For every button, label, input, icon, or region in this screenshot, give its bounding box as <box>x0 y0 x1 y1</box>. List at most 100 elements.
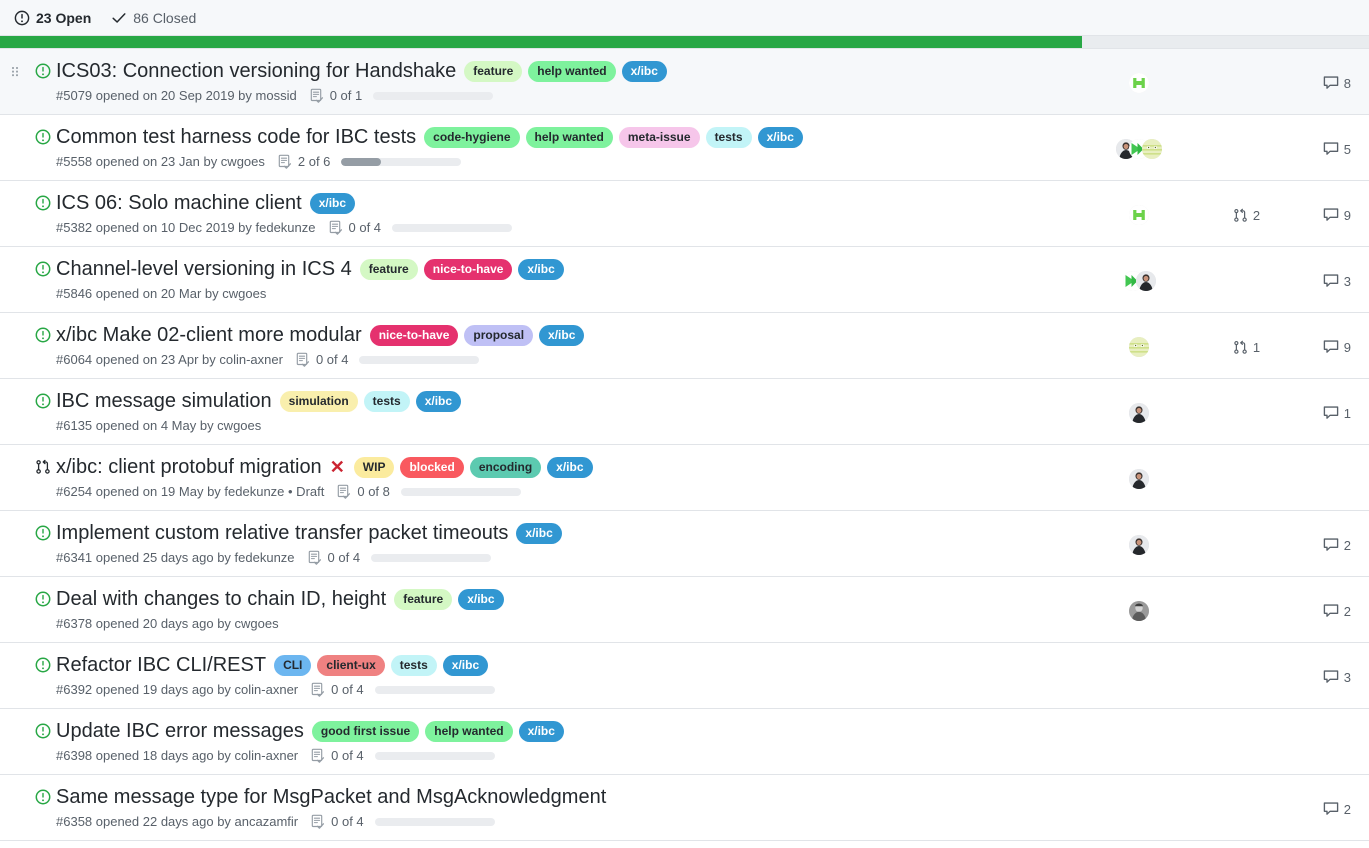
issue-label[interactable]: meta-issue <box>618 126 700 148</box>
avatar[interactable] <box>1129 73 1149 93</box>
filter-closed-issues[interactable]: 86 Closed <box>109 8 198 28</box>
milestone-progress-bar <box>0 36 1369 48</box>
avatar[interactable] <box>1129 205 1149 225</box>
issue-opened-icon <box>30 255 56 277</box>
issue-label[interactable]: x/ibc <box>415 390 462 412</box>
issue-title-link[interactable]: x/ibc: client protobuf migration <box>56 454 322 480</box>
issue-title-link[interactable]: ICS 06: Solo machine client <box>56 190 302 216</box>
issue-label[interactable]: help wanted <box>528 60 616 82</box>
issue-title-link[interactable]: Implement custom relative transfer packe… <box>56 520 508 546</box>
issue-label[interactable]: help wanted <box>425 720 513 742</box>
avatar[interactable] <box>1129 469 1149 489</box>
issue-row[interactable]: Implement custom relative transfer packe… <box>0 511 1369 577</box>
issue-title-link[interactable]: Same message type for MsgPacket and MsgA… <box>56 784 606 810</box>
issue-label[interactable]: x/ibc <box>757 126 803 148</box>
issue-label[interactable]: CLI <box>274 654 312 676</box>
avatar-stack <box>1129 601 1149 621</box>
issue-title-line: Common test harness code for IBC tests co… <box>56 124 1067 150</box>
issue-title-link[interactable]: IBC message simulation <box>56 388 272 414</box>
comment-count[interactable]: 3 <box>1323 273 1351 289</box>
issue-label[interactable]: tests <box>363 390 410 412</box>
issue-row[interactable]: ICS03: Connection versioning for Handsha… <box>0 49 1369 115</box>
issue-row[interactable]: ICS 06: Solo machine client x/ibc #5382 op… <box>0 181 1369 247</box>
issue-row[interactable]: x/ibc Make 02-client more modular nice-to… <box>0 313 1369 379</box>
issue-label[interactable]: help wanted <box>525 126 613 148</box>
avatar[interactable] <box>1129 337 1149 357</box>
issue-row[interactable]: Deal with changes to chain ID, height fea… <box>0 577 1369 643</box>
comment-count-cell: 3 <box>1294 651 1369 699</box>
issue-row[interactable]: Update IBC error messages good first issu… <box>0 709 1369 775</box>
issue-main: Channel-level versioning in ICS 4 feature… <box>56 255 1079 303</box>
comment-count[interactable]: 2 <box>1323 603 1351 619</box>
pull-request-count[interactable]: 1 <box>1233 340 1260 355</box>
issue-label[interactable]: tests <box>390 654 437 676</box>
issue-main: Deal with changes to chain ID, height fea… <box>56 585 1079 633</box>
comment-count[interactable]: 3 <box>1323 669 1351 685</box>
issue-label[interactable]: x/ibc <box>547 456 593 478</box>
issue-label[interactable]: feature <box>394 588 453 610</box>
issue-meta-line: #6358 opened 22 days ago by ancazamfir 0 … <box>56 813 1067 831</box>
comment-count[interactable]: 9 <box>1323 339 1351 355</box>
issue-label[interactable]: x/ibc <box>518 720 564 742</box>
issue-label[interactable]: x/ibc <box>621 60 667 82</box>
issue-label[interactable]: code-hygiene <box>424 126 520 148</box>
issue-label[interactable]: x/ibc <box>309 192 356 214</box>
issue-row[interactable]: Channel-level versioning in ICS 4 feature… <box>0 247 1369 313</box>
issue-label[interactable]: blocked <box>400 456 464 478</box>
avatar[interactable] <box>1129 535 1149 555</box>
issue-row[interactable]: Refactor IBC CLI/REST CLI client-ux tests x/… <box>0 643 1369 709</box>
avatar[interactable] <box>1135 271 1156 291</box>
issue-label[interactable]: feature <box>359 258 418 280</box>
comment-icon <box>1323 603 1339 619</box>
comment-icon <box>1323 75 1339 91</box>
comment-count[interactable]: 2 <box>1323 537 1351 553</box>
issue-label[interactable]: x/ibc <box>518 258 564 280</box>
issue-label[interactable]: good first issue <box>311 720 420 742</box>
comment-count[interactable]: 8 <box>1323 75 1351 91</box>
issue-label[interactable]: x/ibc <box>442 654 489 676</box>
issue-label[interactable]: nice-to-have <box>369 324 459 346</box>
issue-label[interactable]: WIP <box>353 456 395 478</box>
issue-label[interactable]: nice-to-have <box>423 258 513 280</box>
issue-meta-line: #6392 opened 19 days ago by colin-axner 0… <box>56 681 1067 699</box>
issue-title-link[interactable]: Common test harness code for IBC tests <box>56 124 416 150</box>
linked-pull-requests <box>1199 783 1294 831</box>
task-progress: 0 of 4 <box>307 549 492 567</box>
issue-meta-line: #6135 opened on 4 May by cwgoes <box>56 417 1067 435</box>
linked-pull-requests <box>1199 519 1294 567</box>
issue-label[interactable]: x/ibc <box>516 522 562 544</box>
comment-count[interactable]: 5 <box>1323 141 1351 157</box>
issue-label[interactable]: x/ibc <box>458 588 504 610</box>
issue-title-link[interactable]: Deal with changes to chain ID, height <box>56 586 386 612</box>
pull-request-count[interactable]: 2 <box>1233 208 1260 223</box>
issue-title-link[interactable]: Channel-level versioning in ICS 4 <box>56 256 352 282</box>
drag-handle[interactable] <box>0 57 30 85</box>
comment-icon <box>1323 405 1339 421</box>
issue-row[interactable]: Same message type for MsgPacket and MsgA… <box>0 775 1369 841</box>
issue-label[interactable]: simulation <box>279 390 358 412</box>
issue-title-link[interactable]: ICS03: Connection versioning for Handsha… <box>56 58 456 84</box>
issue-row[interactable]: IBC message simulation simulation tests x/i… <box>0 379 1369 445</box>
comment-count[interactable]: 2 <box>1323 801 1351 817</box>
avatar[interactable] <box>1142 139 1162 159</box>
issue-label[interactable]: encoding <box>469 456 542 478</box>
issue-label[interactable]: tests <box>705 126 752 148</box>
issue-meta-line: #5846 opened on 20 Mar by cwgoes <box>56 285 1067 303</box>
issue-row[interactable]: x/ibc: client protobuf migration ✕ WIP bloc… <box>0 445 1369 511</box>
issue-title-link[interactable]: Update IBC error messages <box>56 718 304 744</box>
issue-title-link[interactable]: Refactor IBC CLI/REST <box>56 652 266 678</box>
issue-row[interactable]: Common test harness code for IBC tests co… <box>0 115 1369 181</box>
filter-open-issues[interactable]: 23 Open <box>12 8 93 28</box>
comment-count[interactable]: 1 <box>1323 405 1351 421</box>
comment-count-label: 8 <box>1343 75 1351 91</box>
issue-label[interactable]: proposal <box>464 324 534 346</box>
issue-title-link[interactable]: x/ibc Make 02-client more modular <box>56 322 362 348</box>
avatar[interactable] <box>1129 601 1149 621</box>
comment-count-label: 2 <box>1343 537 1351 553</box>
avatar[interactable] <box>1129 403 1149 423</box>
issue-label[interactable]: feature <box>464 60 523 82</box>
comment-count[interactable]: 9 <box>1323 207 1351 223</box>
issue-label[interactable]: client-ux <box>317 654 385 676</box>
assignee-avatars <box>1079 717 1199 765</box>
issue-label[interactable]: x/ibc <box>539 324 585 346</box>
